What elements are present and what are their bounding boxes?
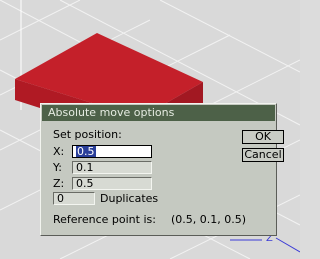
x-input[interactable]: 0.5: [72, 145, 152, 158]
z-input[interactable]: 0.5: [72, 177, 152, 190]
y-label: Y:: [53, 161, 62, 174]
z-label: Z:: [53, 177, 65, 190]
cancel-button[interactable]: Cancel: [242, 148, 284, 162]
x-label: X:: [53, 145, 65, 158]
set-position-label: Set position:: [53, 128, 122, 141]
absolute-move-dialog: Absolute move options Set position: X: 0…: [40, 103, 284, 236]
duplicates-label: Duplicates: [100, 192, 159, 205]
ok-button[interactable]: OK: [242, 130, 284, 144]
reference-point-label: Reference point is:: [53, 213, 156, 226]
duplicates-input[interactable]: 0: [53, 192, 95, 205]
x-input-value: 0.5: [76, 145, 96, 158]
y-input[interactable]: 0.1: [72, 161, 152, 174]
reference-point-value: (0.5, 0.1, 0.5): [171, 213, 247, 226]
z-axis-arrow: [275, 237, 300, 253]
dialog-title[interactable]: Absolute move options: [42, 105, 275, 121]
